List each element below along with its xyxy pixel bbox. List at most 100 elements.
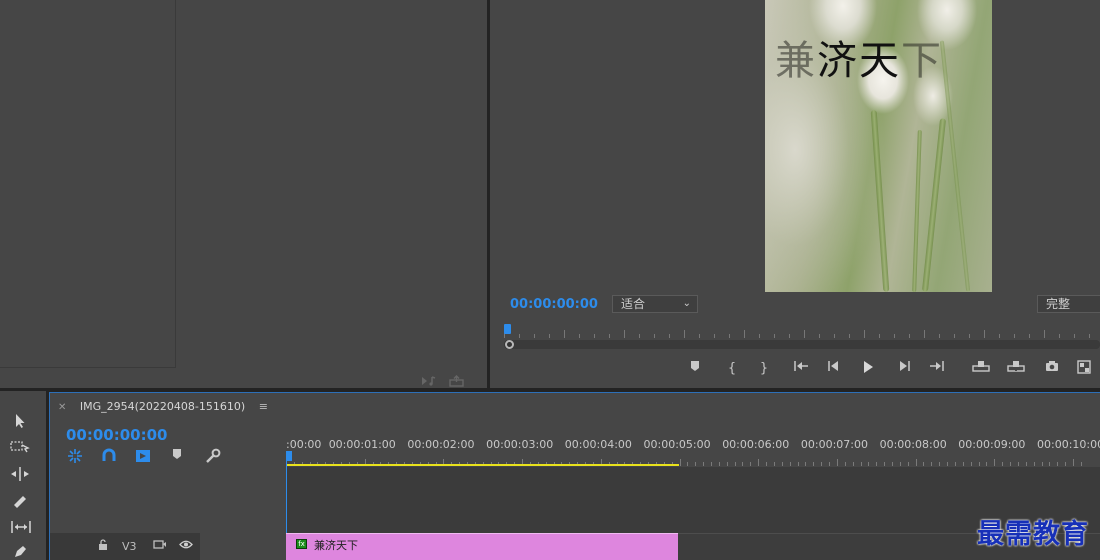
ruler-tick	[781, 462, 783, 466]
sync-lock-icon[interactable]	[153, 539, 167, 553]
title-clip[interactable]: fx 兼济天下	[286, 533, 678, 560]
source-sub-panel	[0, 0, 176, 368]
ruler-tick	[594, 334, 595, 338]
ruler-tick	[984, 330, 985, 338]
ruler-tick	[1074, 334, 1075, 338]
go-to-in-icon[interactable]	[791, 360, 811, 378]
ruler-label: 00:00:08:00	[879, 438, 947, 451]
pen-tool-icon[interactable]	[10, 544, 30, 560]
ruler-tick	[939, 334, 940, 338]
panel-menu-icon[interactable]: ≡	[259, 400, 268, 413]
ruler-label: 00:00:10:00	[1037, 438, 1100, 451]
chevron-down-icon: ⌄	[682, 298, 691, 309]
sequence-name: IMG_2954(20220408-151610)	[79, 400, 246, 413]
ruler-tick	[813, 462, 815, 466]
frame-title-char: 济	[817, 38, 859, 84]
ruler-tick	[699, 334, 700, 338]
video-frame[interactable]: 兼济天下	[765, 0, 992, 292]
ruler-tick	[1089, 334, 1090, 338]
ruler-tick	[891, 462, 893, 466]
tulip-stem	[939, 40, 971, 292]
ruler-tick	[773, 462, 775, 466]
ruler-tick	[819, 334, 820, 338]
extract-icon[interactable]	[1006, 360, 1026, 378]
export-frame-icon[interactable]	[1042, 360, 1062, 378]
audio-icon[interactable]	[421, 372, 437, 386]
timeline-time-ruler[interactable]: :00:00 00:00:01:00 00:00:02:00 00:00:03:00 0…	[286, 438, 1100, 466]
ruler-tick	[624, 330, 625, 338]
frame-title-char: 天	[859, 38, 901, 84]
ruler-tick	[860, 462, 862, 466]
close-icon[interactable]: ✕	[58, 402, 66, 413]
add-marker-icon[interactable]	[168, 448, 186, 464]
ruler-tick	[876, 462, 878, 466]
marker-icon[interactable]	[685, 360, 705, 378]
ruler-tick	[797, 462, 799, 466]
ruler-tick	[744, 330, 745, 338]
wrench-icon[interactable]	[204, 448, 222, 464]
ruler-tick	[1059, 334, 1060, 338]
timeline-timecode[interactable]: 00:00:00:00	[66, 426, 168, 444]
snap-icon[interactable]	[100, 448, 118, 464]
ruler-tick	[609, 334, 610, 338]
sequence-tab[interactable]: ✕ IMG_2954(20220408-151610) ≡	[58, 400, 268, 413]
scrollbar-handle[interactable]	[505, 340, 514, 349]
razor-tool-icon[interactable]	[10, 493, 30, 511]
ruler-tick	[1057, 462, 1059, 466]
program-playhead[interactable]	[504, 324, 511, 334]
frame-title-char: 兼	[775, 38, 817, 84]
ruler-tick	[834, 334, 835, 338]
step-back-icon[interactable]	[824, 360, 844, 378]
linked-selection-icon[interactable]	[134, 448, 152, 464]
ruler-label: 00:00:03:00	[486, 438, 554, 451]
ruler-tick	[829, 462, 831, 466]
ruler-tick	[986, 462, 988, 466]
more-icon[interactable]	[1074, 360, 1094, 380]
ruler-tick	[766, 462, 768, 466]
ruler-tick	[639, 334, 640, 338]
tools-panel	[0, 391, 46, 560]
program-time-ruler[interactable]	[504, 324, 1100, 338]
track-label[interactable]: V3	[122, 540, 137, 553]
nest-icon[interactable]	[66, 448, 84, 464]
lock-icon[interactable]	[98, 539, 108, 553]
ruler-tick	[849, 334, 850, 338]
ruler-tick	[695, 462, 697, 466]
fit-select[interactable]: 适合 ⌄	[612, 295, 698, 313]
ripple-edit-tool-icon[interactable]	[10, 466, 30, 484]
track-header-v3: V3	[50, 533, 200, 560]
timeline-playhead[interactable]	[286, 451, 292, 461]
eye-icon[interactable]	[179, 539, 193, 553]
ruler-tick	[534, 334, 535, 338]
frame-title-char: 下	[901, 38, 943, 84]
ruler-tick	[1065, 462, 1067, 466]
ruler-label: 00:00:09:00	[958, 438, 1026, 451]
track-select-tool-icon[interactable]	[10, 439, 30, 457]
quality-select[interactable]: 完整	[1037, 295, 1100, 313]
quality-select-value: 完整	[1046, 297, 1071, 311]
program-zoom-scrollbar[interactable]	[504, 340, 1100, 349]
export-icon[interactable]	[449, 372, 465, 387]
panel-bottom-icons	[421, 372, 465, 387]
ruler-tick	[852, 462, 854, 466]
slip-tool-icon[interactable]	[10, 519, 31, 537]
tulip-stem	[912, 129, 922, 292]
mark-out-icon[interactable]: }	[754, 360, 774, 378]
ruler-tick	[894, 334, 895, 338]
mark-in-icon[interactable]: {	[722, 360, 742, 378]
step-forward-icon[interactable]	[894, 360, 914, 378]
ruler-tick	[1025, 462, 1027, 466]
ruler-tick	[1080, 462, 1082, 466]
go-to-out-icon[interactable]	[927, 360, 947, 378]
program-timecode[interactable]: 00:00:00:00	[510, 297, 598, 312]
work-area-bar[interactable]	[286, 464, 679, 466]
ruler-tick	[726, 462, 728, 466]
ruler-tick	[939, 462, 941, 466]
selection-tool-icon[interactable]	[10, 413, 30, 431]
ruler-label: 00:00:04:00	[564, 438, 632, 451]
lift-icon[interactable]	[971, 360, 991, 378]
play-icon[interactable]	[858, 360, 878, 380]
ruler-tick	[954, 334, 955, 338]
ruler-tick	[1010, 462, 1012, 466]
ruler-tick	[564, 330, 565, 338]
